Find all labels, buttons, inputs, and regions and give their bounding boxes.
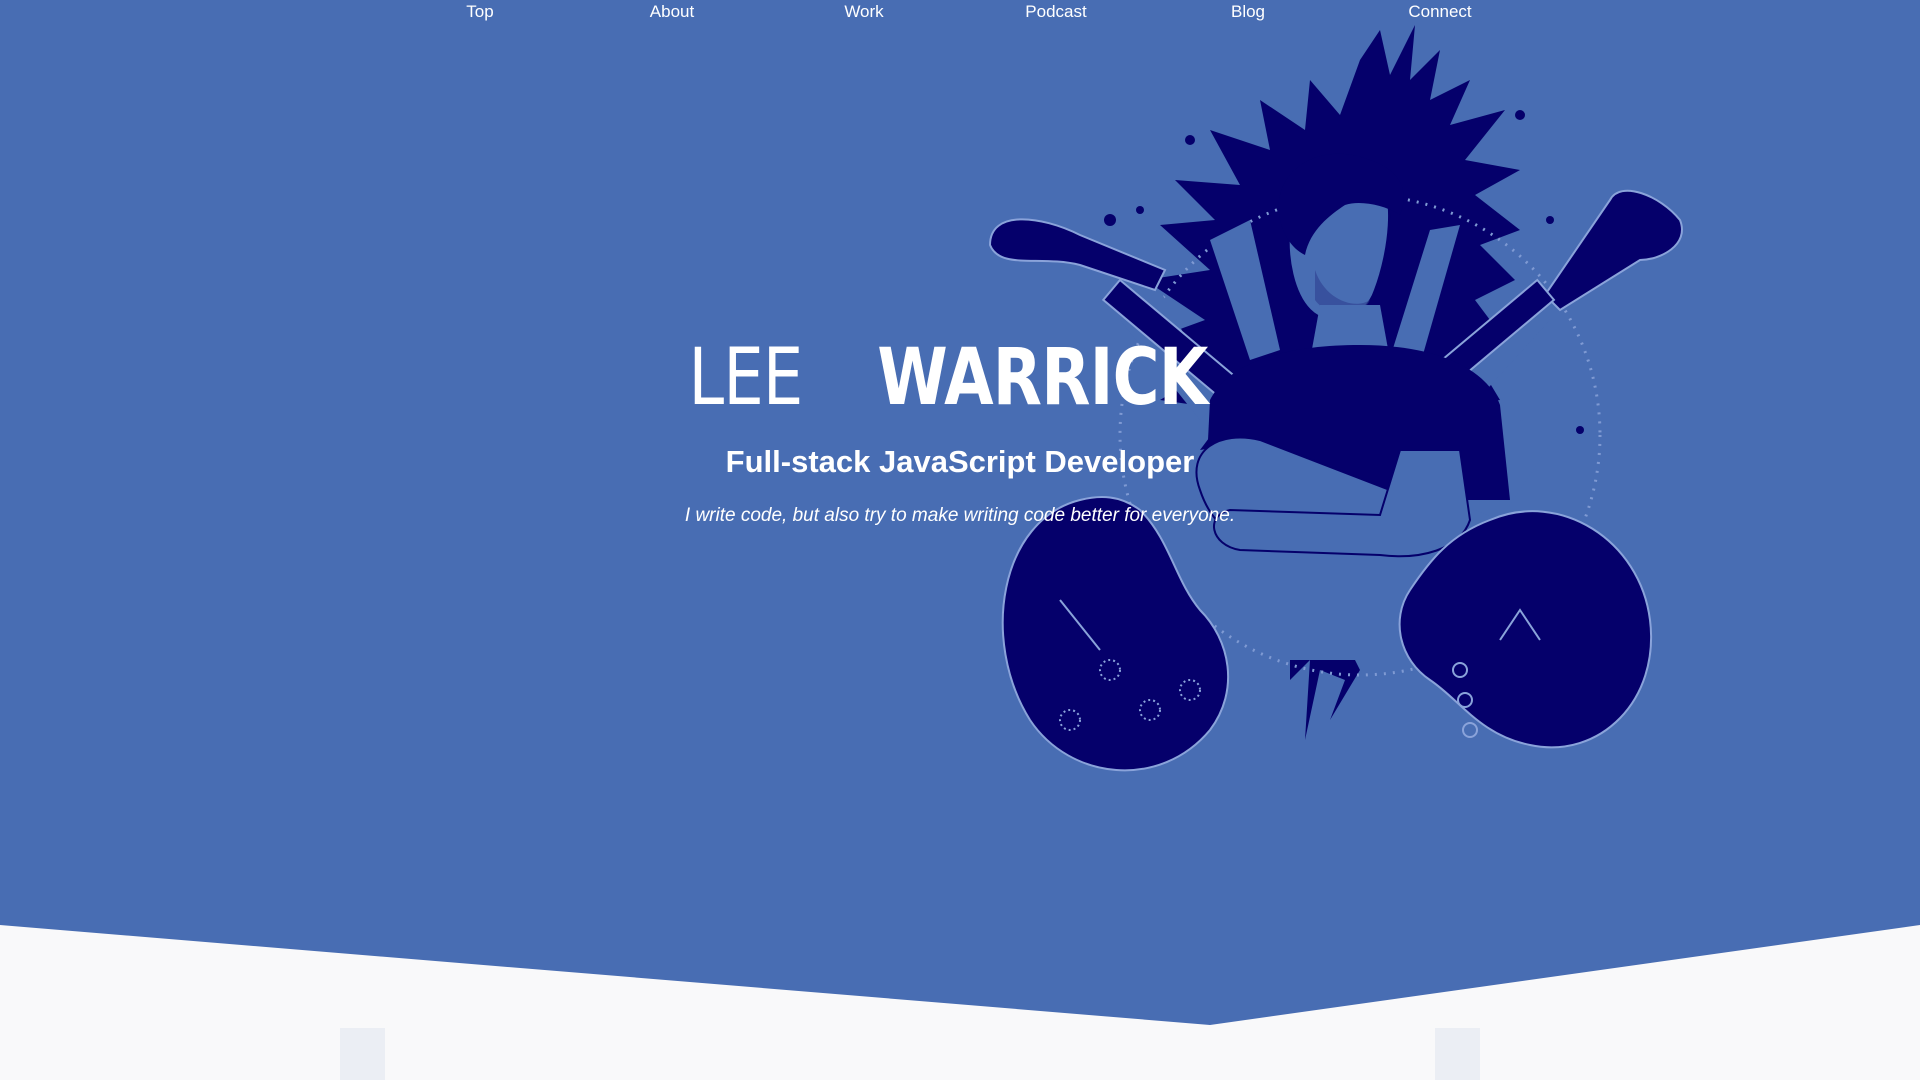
nav-link-work[interactable]: Work — [844, 2, 883, 22]
nav-link-podcast[interactable]: Podcast — [1025, 2, 1086, 22]
hero-subtitle: Full-stack JavaScript Developer — [725, 444, 1195, 479]
nav-link-blog[interactable]: Blog — [1231, 2, 1265, 22]
nav-link-connect[interactable]: Connect — [1408, 2, 1471, 22]
hero-tagline: I write code, but also try to make writi… — [684, 505, 1236, 526]
hero-first-name: LEE — [688, 333, 804, 423]
hero-title: LEE WARRICK — [0, 333, 1920, 423]
hero-last-name: WARRICK — [877, 333, 1208, 423]
nav-link-top[interactable]: Top — [466, 2, 493, 22]
hero-section: Top About Work Podcast Blog Connect LEE … — [0, 0, 1920, 1080]
guitarist-illustration — [988, 25, 1683, 772]
nav-link-about[interactable]: About — [650, 2, 694, 22]
